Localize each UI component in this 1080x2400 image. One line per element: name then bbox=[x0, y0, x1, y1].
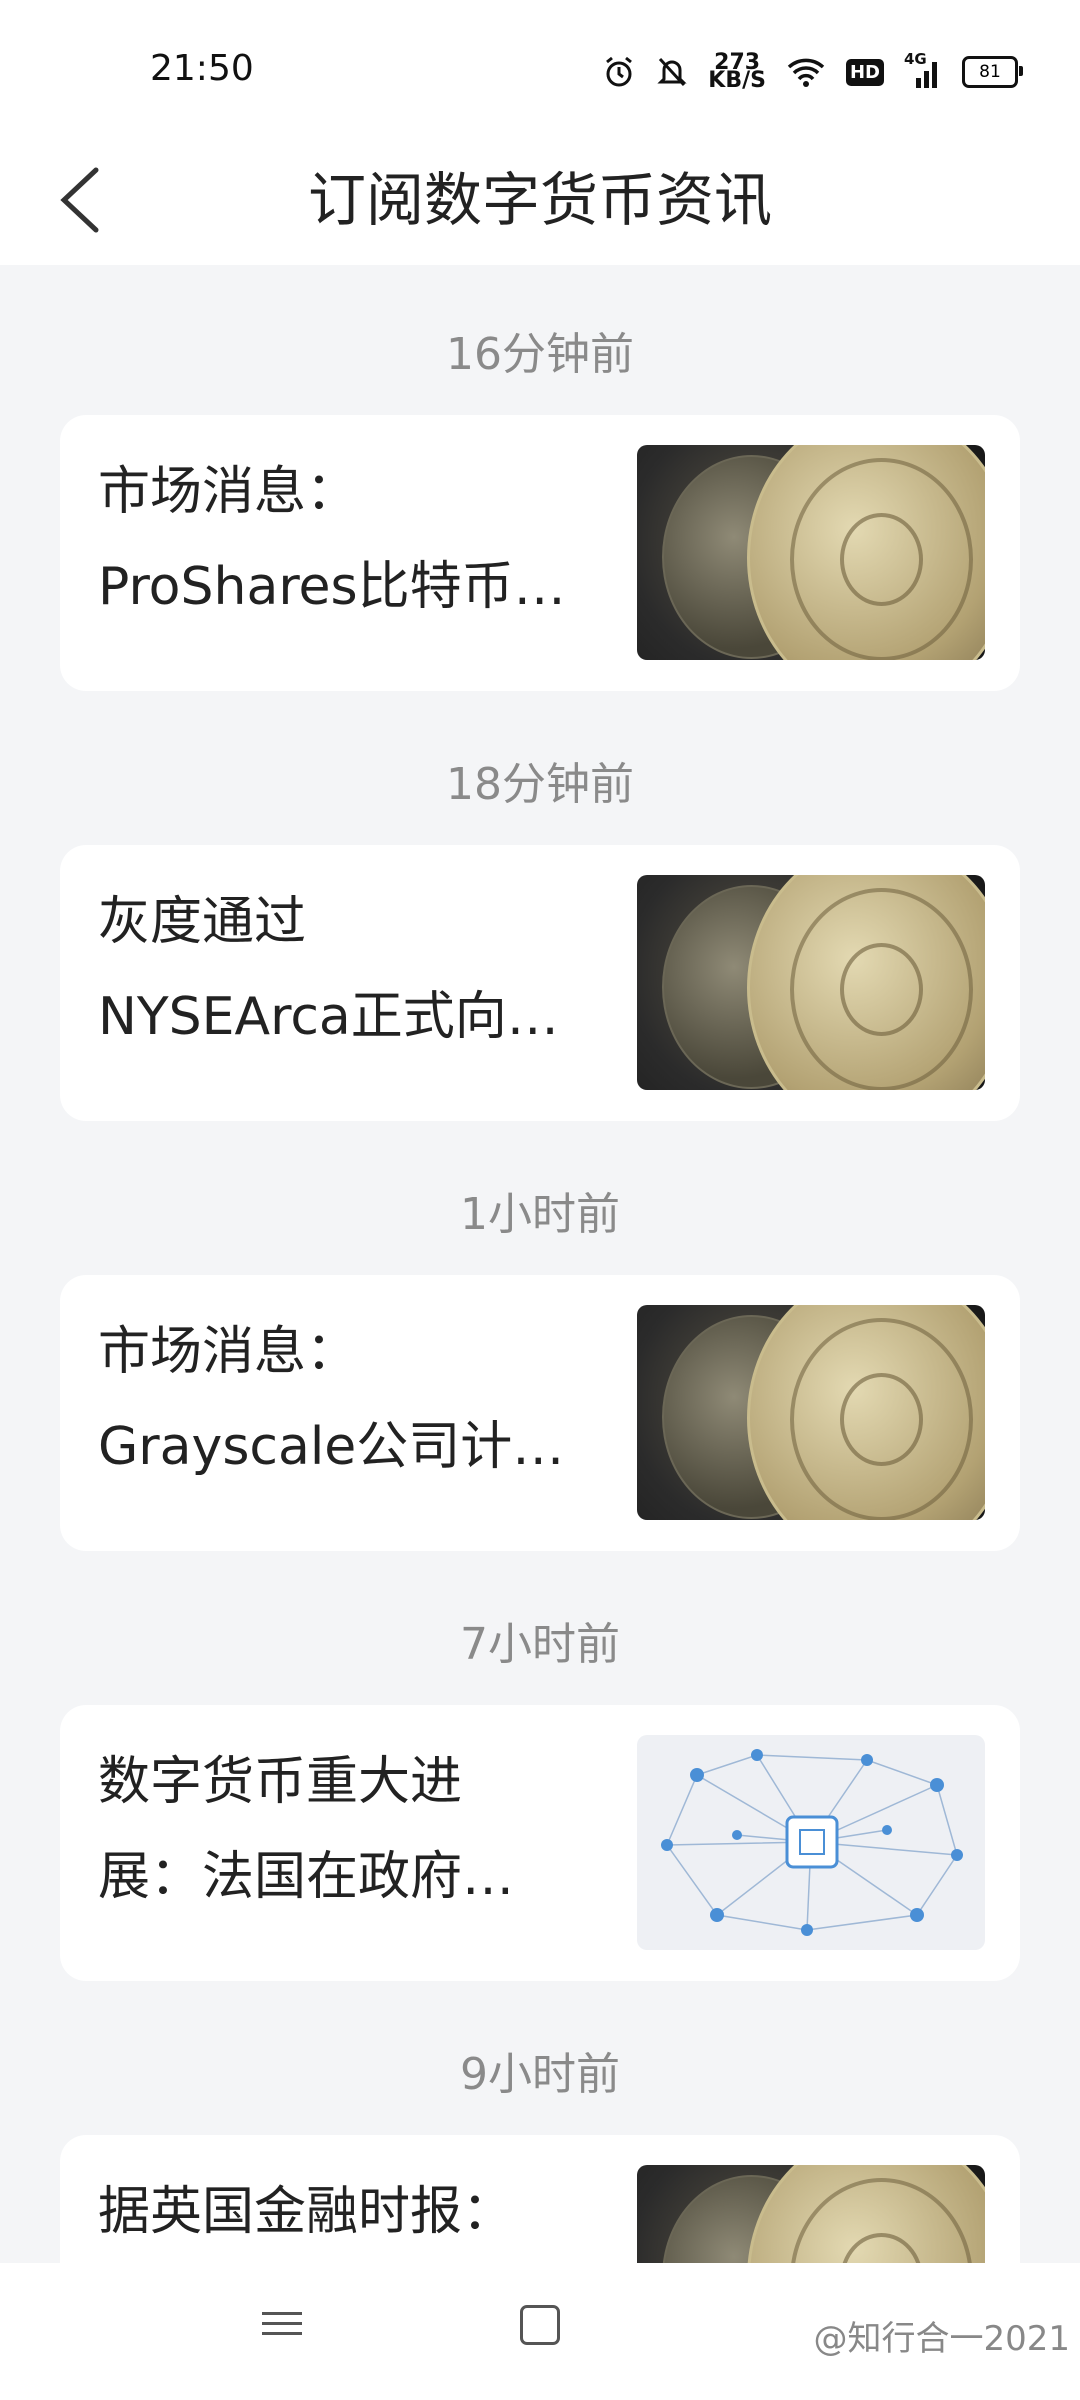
feed-timestamp: 18分钟前 bbox=[446, 759, 634, 810]
battery-icon: 81 bbox=[962, 56, 1023, 88]
feed-timestamp: 9小时前 bbox=[460, 2049, 620, 2100]
feed-group: 9小时前 据英国金融时报： bbox=[0, 2045, 1080, 2263]
home-square-icon[interactable] bbox=[520, 2305, 560, 2345]
headline-line-2: Grayscale公司计… bbox=[98, 1417, 565, 1477]
news-card[interactable]: 数字货币重大进 展：法国在政府… bbox=[60, 1705, 1020, 1981]
watermark: @知行合一2021 bbox=[813, 2319, 1070, 2359]
feed-group: 16分钟前 市场消息： ProShares比特币… bbox=[0, 325, 1080, 691]
news-thumbnail-network bbox=[637, 1735, 985, 1950]
alarm-icon bbox=[602, 55, 636, 89]
news-headline: 据英国金融时报： bbox=[98, 2165, 618, 2260]
hd-voice-badge: HD bbox=[845, 58, 884, 86]
news-headline: 市场消息： ProShares比特币… bbox=[98, 445, 618, 635]
headline-line-2: NYSEArca正式向… bbox=[98, 987, 559, 1047]
signal-icon: 4G bbox=[904, 50, 942, 90]
status-icons: 273 KB/S HD 4G 81 bbox=[602, 50, 1023, 94]
news-card[interactable]: 据英国金融时报： bbox=[60, 2135, 1020, 2263]
net-speed-unit: KB/S bbox=[708, 68, 766, 93]
bell-muted-icon bbox=[656, 55, 688, 89]
status-time: 21:50 bbox=[150, 48, 254, 89]
news-thumbnail-coin bbox=[637, 445, 985, 660]
news-headline: 灰度通过 NYSEArca正式向… bbox=[98, 875, 618, 1065]
news-card[interactable]: 市场消息： Grayscale公司计… bbox=[60, 1275, 1020, 1551]
headline-line-2: ProShares比特币… bbox=[98, 557, 566, 617]
feed-timestamp: 16分钟前 bbox=[446, 329, 634, 380]
app-header: 订阅数字货币资讯 bbox=[0, 140, 1080, 265]
headline-line-1: 数字货币重大进 bbox=[98, 1752, 463, 1812]
headline-line-1: 市场消息： bbox=[98, 1322, 359, 1382]
news-card[interactable]: 市场消息： ProShares比特币… bbox=[60, 415, 1020, 691]
headline-line-1: 灰度通过 bbox=[98, 892, 307, 952]
feed-timestamp: 7小时前 bbox=[460, 1619, 620, 1670]
status-bar: 21:50 273 KB/S HD 4G 81 bbox=[0, 0, 1080, 140]
feed-group: 18分钟前 灰度通过 NYSEArca正式向… bbox=[0, 755, 1080, 1121]
headline-line-2: 展：法国在政府… bbox=[98, 1847, 515, 1907]
news-headline: 市场消息： Grayscale公司计… bbox=[98, 1305, 618, 1495]
headline-line-1: 市场消息： bbox=[98, 462, 359, 522]
wifi-icon bbox=[786, 56, 826, 88]
headline-line-1: 据英国金融时报： bbox=[98, 2182, 515, 2242]
system-nav-bar: @知行合一2021 bbox=[0, 2263, 1080, 2400]
news-feed[interactable]: 16分钟前 市场消息： ProShares比特币… 18分钟前 灰度通过 NYS… bbox=[0, 265, 1080, 2263]
net-speed-indicator: 273 KB/S bbox=[708, 52, 766, 93]
feed-timestamp: 1小时前 bbox=[460, 1189, 620, 1240]
news-thumbnail-coin bbox=[637, 1305, 985, 1520]
feed-group: 7小时前 数字货币重大进 展：法国在政府… bbox=[0, 1615, 1080, 1981]
news-card[interactable]: 灰度通过 NYSEArca正式向… bbox=[60, 845, 1020, 1121]
news-headline: 数字货币重大进 展：法国在政府… bbox=[98, 1735, 618, 1925]
news-thumbnail-coin bbox=[637, 2165, 985, 2263]
battery-level: 81 bbox=[979, 62, 1001, 82]
feed-group: 1小时前 市场消息： Grayscale公司计… bbox=[0, 1185, 1080, 1551]
news-thumbnail-coin bbox=[637, 875, 985, 1090]
page-title: 订阅数字货币资讯 bbox=[307, 166, 772, 234]
menu-icon[interactable] bbox=[262, 2305, 302, 2345]
